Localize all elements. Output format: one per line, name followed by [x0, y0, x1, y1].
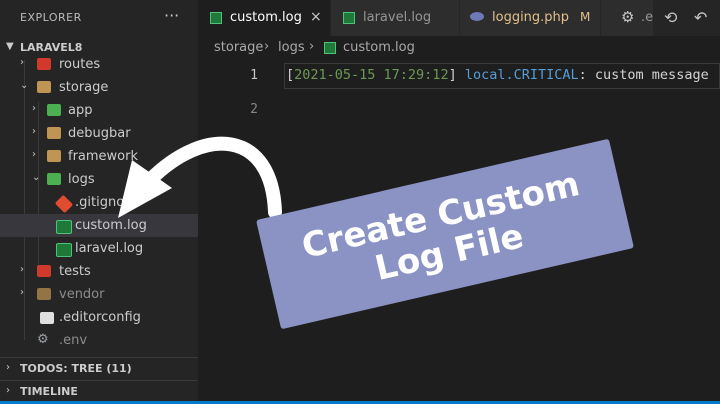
chevron-right-icon: ›: [20, 287, 24, 298]
editorconfig-icon: [40, 312, 54, 324]
breadcrumb-item[interactable]: logs: [278, 40, 305, 55]
tab-label: custom.log: [230, 10, 302, 25]
tree-item-label: logs: [68, 172, 95, 187]
gear-icon: ⚙: [621, 8, 635, 26]
tree-item-label: storage: [59, 80, 109, 95]
chevron-down-icon: ▼: [6, 41, 14, 52]
tab-logging-php[interactable]: logging.php M: [460, 0, 600, 36]
line-number: 1: [250, 68, 258, 83]
tab-custom-log[interactable]: custom.log ×: [198, 0, 330, 36]
tree-item-logs[interactable]: ⌄ logs: [0, 168, 198, 191]
tree-item-editorconfig[interactable]: .editorconfig: [0, 306, 198, 329]
log-file-icon: [324, 42, 336, 54]
todos-panel-title: TODOS: TREE (11): [20, 362, 132, 375]
folder-red-icon: [37, 58, 51, 70]
line-number: 2: [250, 102, 258, 117]
folder-icon: [47, 127, 61, 139]
tree-item-label: vendor: [59, 287, 105, 302]
tree-item-custom-log[interactable]: custom.log: [0, 214, 198, 237]
php-icon: [470, 12, 484, 21]
more-actions-icon[interactable]: ···: [164, 6, 179, 25]
chevron-down-icon: ⌄: [32, 172, 41, 183]
editor-tab-bar: custom.log × laravel.log logging.php M ⚙…: [198, 0, 720, 36]
tree-item-label: .gitignore: [75, 195, 138, 210]
breadcrumb-item[interactable]: storage: [214, 40, 263, 55]
tree-item-vendor[interactable]: › vendor: [0, 283, 198, 306]
tree-item-storage[interactable]: ⌄ storage: [0, 76, 198, 99]
tree-item-gitignore[interactable]: .gitignore: [0, 191, 198, 214]
chevron-right-icon: ›: [264, 39, 270, 54]
log-file-icon: [56, 220, 72, 234]
chevron-right-icon: ›: [32, 126, 36, 137]
code-token-level: local.CRITICAL: [464, 67, 579, 83]
code-line-1[interactable]: [2021-05-15 17:29:12] local.CRITICAL: cu…: [286, 67, 709, 83]
tree-item-label: debugbar: [68, 126, 131, 141]
tab-laravel-log[interactable]: laravel.log: [331, 0, 459, 36]
timeline-panel-header[interactable]: › TIMELINE: [0, 381, 198, 403]
breadcrumb-item[interactable]: custom.log: [343, 40, 415, 55]
explorer-header: EXPLORER ···: [0, 0, 198, 36]
tree-item-debugbar[interactable]: › debugbar: [0, 122, 198, 145]
tree-item-app[interactable]: › app: [0, 99, 198, 122]
code-token: ]: [448, 67, 457, 83]
chevron-right-icon: ›: [309, 39, 315, 54]
tree-item-label: custom.log: [75, 218, 147, 233]
tree-item-label: tests: [59, 264, 91, 279]
gear-icon: ⚙: [37, 332, 49, 347]
tree-item-env[interactable]: ⚙ .env: [0, 329, 198, 352]
chevron-right-icon: ›: [6, 385, 10, 396]
todos-panel-header[interactable]: › TODOS: TREE (11): [0, 358, 198, 380]
tree-item-label: app: [68, 103, 93, 118]
tab-env[interactable]: ⚙ .e: [601, 0, 653, 36]
tree-item-framework[interactable]: › framework: [0, 145, 198, 168]
breadcrumb: storage › logs › custom.log: [198, 36, 720, 60]
log-file-icon: [56, 243, 72, 257]
chevron-right-icon: ›: [6, 362, 10, 373]
tree-item-tests[interactable]: › tests: [0, 260, 198, 283]
log-file-icon: [343, 12, 355, 24]
tree-item-label: .env: [59, 333, 88, 348]
tree-item-routes[interactable]: › routes: [0, 53, 198, 76]
code-token-message: : custom message: [578, 67, 709, 83]
tab-label: .e: [641, 10, 654, 25]
tree-item-label: laravel.log: [75, 241, 144, 256]
chevron-down-icon: ⌄: [20, 80, 29, 91]
tree-item-label: .editorconfig: [59, 310, 141, 325]
modified-badge: M: [580, 10, 591, 24]
folder-icon: [47, 150, 61, 162]
code-token-timestamp: 2021-05-15 17:29:12: [294, 67, 449, 83]
close-icon[interactable]: ×: [310, 9, 322, 25]
timeline-history-icon[interactable]: ⟲: [664, 8, 677, 27]
go-back-icon[interactable]: ↶: [694, 8, 707, 27]
tab-label: laravel.log: [363, 10, 432, 25]
folder-green-icon: [47, 104, 61, 116]
tab-label: logging.php: [492, 10, 570, 25]
git-icon: [54, 194, 74, 214]
folder-red-icon: [37, 265, 51, 277]
chevron-right-icon: ›: [32, 103, 36, 114]
tree-item-laravel-log[interactable]: laravel.log: [0, 237, 198, 260]
chevron-right-icon: ›: [20, 57, 24, 68]
explorer-title: EXPLORER: [20, 11, 82, 24]
chevron-right-icon: ›: [32, 149, 36, 160]
timeline-panel-title: TIMELINE: [20, 385, 78, 398]
tree-item-label: framework: [68, 149, 139, 164]
code-token: [: [286, 67, 295, 83]
tree-item-label: routes: [59, 57, 101, 72]
explorer-sidebar: EXPLORER ··· ▼ LARAVEL8 › routes ⌄ stora…: [0, 0, 198, 404]
chevron-right-icon: ›: [20, 264, 24, 275]
folder-icon: [37, 288, 51, 300]
folder-open-icon: [37, 81, 51, 93]
log-file-icon: [210, 12, 222, 24]
folder-open-green-icon: [47, 173, 61, 185]
